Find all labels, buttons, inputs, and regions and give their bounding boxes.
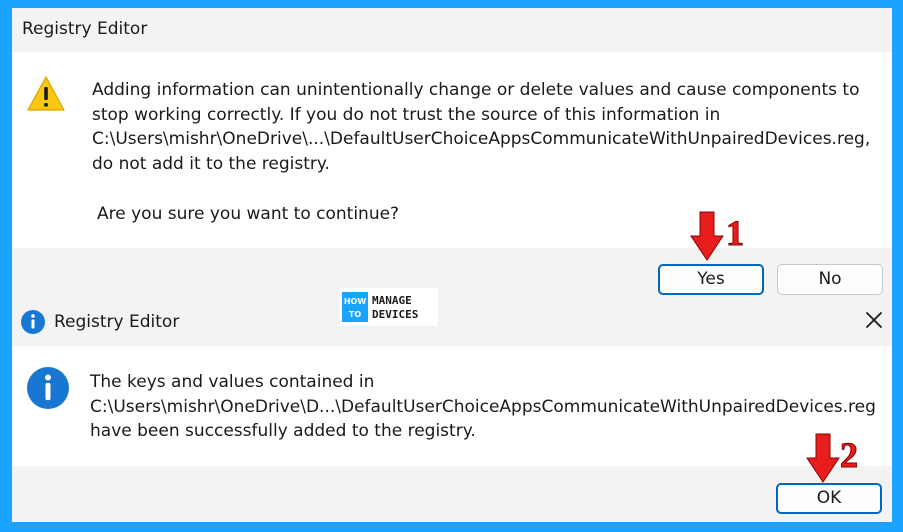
info-dialog: Registry Editor The keys and values cont… [12, 300, 892, 522]
message-line: The keys and values contained in [90, 372, 375, 392]
info-small-icon [21, 310, 45, 334]
ok-button[interactable]: OK [776, 483, 882, 514]
message-line: stop working correctly. If you do not tr… [92, 104, 721, 125]
dialog-title: Registry Editor [54, 312, 180, 332]
warning-icon [27, 76, 65, 111]
svg-text:HOW: HOW [344, 297, 366, 306]
logo-graphic: HOW TO MANAGE DEVICES [342, 292, 418, 322]
down-arrow-icon [690, 211, 724, 261]
message-line: C:\Users\mishr\OneDrive\D...\DefaultUser… [90, 396, 876, 417]
title-bar: Registry Editor [12, 8, 892, 52]
message-line: have been successfully added to the regi… [90, 421, 476, 441]
title-bar: Registry Editor [12, 300, 892, 344]
no-button[interactable]: No [777, 264, 883, 295]
dialog-content: The keys and values contained in C:\User… [12, 346, 892, 466]
message-line: do not add it to the registry. [92, 153, 330, 174]
close-icon[interactable] [862, 308, 886, 332]
svg-text:TO: TO [349, 310, 361, 319]
how-to-manage-devices-logo: HOW TO MANAGE DEVICES [340, 288, 438, 326]
svg-text:DEVICES: DEVICES [372, 308, 418, 321]
success-message: The keys and values contained in C:\User… [90, 370, 876, 444]
dialog-content: Adding information can unintentionally c… [12, 52, 892, 248]
step-1-annotation: 1 [690, 210, 760, 262]
info-icon [27, 367, 69, 409]
step-1-label: 1 [726, 213, 745, 254]
svg-text:MANAGE: MANAGE [372, 294, 412, 307]
message-line: C:\Users\mishr\OneDrive\...\DefaultUserC… [92, 129, 871, 149]
warning-dialog: Registry Editor Adding information can u… [12, 8, 892, 305]
message-line: Adding information can unintentionally c… [92, 80, 860, 100]
step-2-annotation: 2 [806, 432, 876, 484]
confirm-question: Are you sure you want to continue? [97, 204, 400, 224]
yes-button[interactable]: Yes [658, 264, 764, 295]
step-2-label: 2 [840, 435, 859, 476]
warning-message: Adding information can unintentionally c… [92, 78, 870, 176]
dialog-title: Registry Editor [22, 19, 148, 39]
